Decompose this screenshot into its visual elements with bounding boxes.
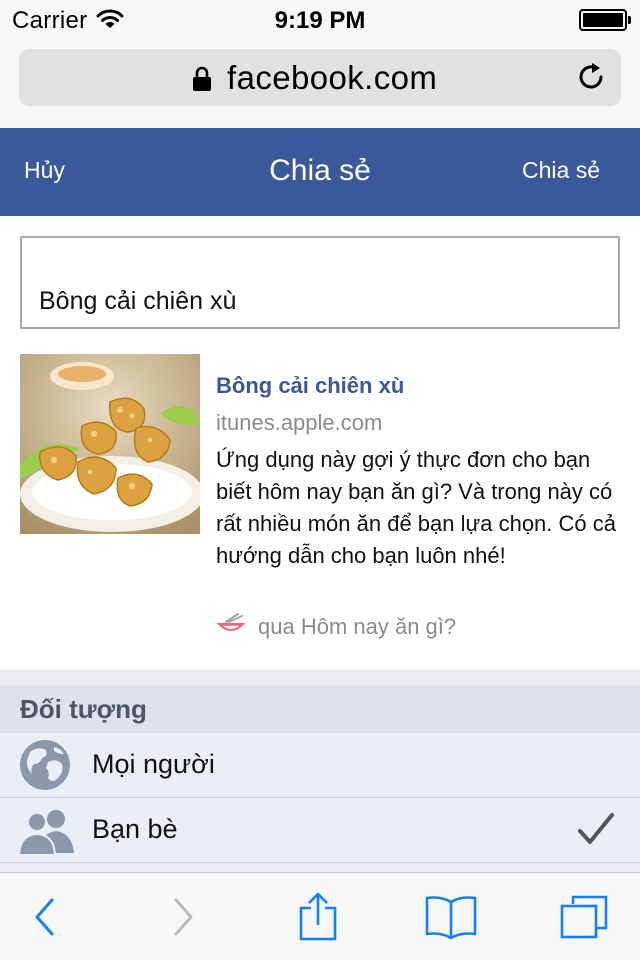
forward-button[interactable]: [138, 873, 228, 960]
url-text: facebook.com: [227, 59, 438, 96]
reload-icon[interactable]: [576, 62, 606, 92]
forward-icon: [174, 898, 193, 936]
app-icon: [216, 613, 246, 631]
checkmark-icon: [578, 813, 614, 844]
share-button[interactable]: Chia sẻ: [522, 157, 600, 184]
audience-option-public[interactable]: Mọi người: [0, 733, 640, 798]
bookmarks-button[interactable]: [406, 873, 496, 960]
back-button[interactable]: [0, 873, 90, 960]
tabs-button[interactable]: [539, 873, 629, 960]
browser-toolbar: [0, 872, 640, 960]
globe-icon: [20, 740, 70, 790]
share-sheet-button[interactable]: [273, 873, 363, 960]
browser-address-area: facebook.com: [0, 40, 640, 128]
audience-option-label: Mọi người: [92, 749, 215, 779]
link-domain: itunes.apple.com: [216, 410, 383, 435]
via-app-label: qua Hôm nay ăn gì?: [258, 614, 457, 639]
tabs-icon: [560, 895, 608, 939]
message-text: Bông cải chiên xù: [39, 287, 237, 315]
bookmarks-icon: [425, 896, 477, 940]
message-input[interactable]: Bông cải chiên xù: [20, 236, 620, 329]
section-divider: [0, 670, 640, 686]
battery-icon: [579, 9, 631, 31]
share-icon: [299, 892, 337, 941]
clock: 9:19 PM: [274, 7, 366, 34]
audience-option-label: Bạn bè: [92, 814, 178, 844]
audience-header-label: Đối tượng: [20, 694, 147, 724]
address-bar[interactable]: facebook.com: [19, 49, 621, 106]
lock-icon: [193, 66, 211, 91]
audience-header: Đối tượng: [0, 686, 640, 733]
link-title[interactable]: Bông cải chiên xù: [216, 373, 404, 399]
friends-icon: [18, 810, 74, 855]
status-bar: Carrier 9:19 PM: [0, 0, 640, 40]
link-description: Ứng dụng này gợi ý thực đơn cho bạn biết…: [216, 447, 616, 568]
back-icon: [35, 898, 54, 936]
audience-option-friends[interactable]: Bạn bè: [0, 797, 640, 862]
link-thumbnail: [20, 354, 200, 534]
share-nav-bar: Hủy Chia sẻ Chia sẻ: [0, 128, 640, 216]
